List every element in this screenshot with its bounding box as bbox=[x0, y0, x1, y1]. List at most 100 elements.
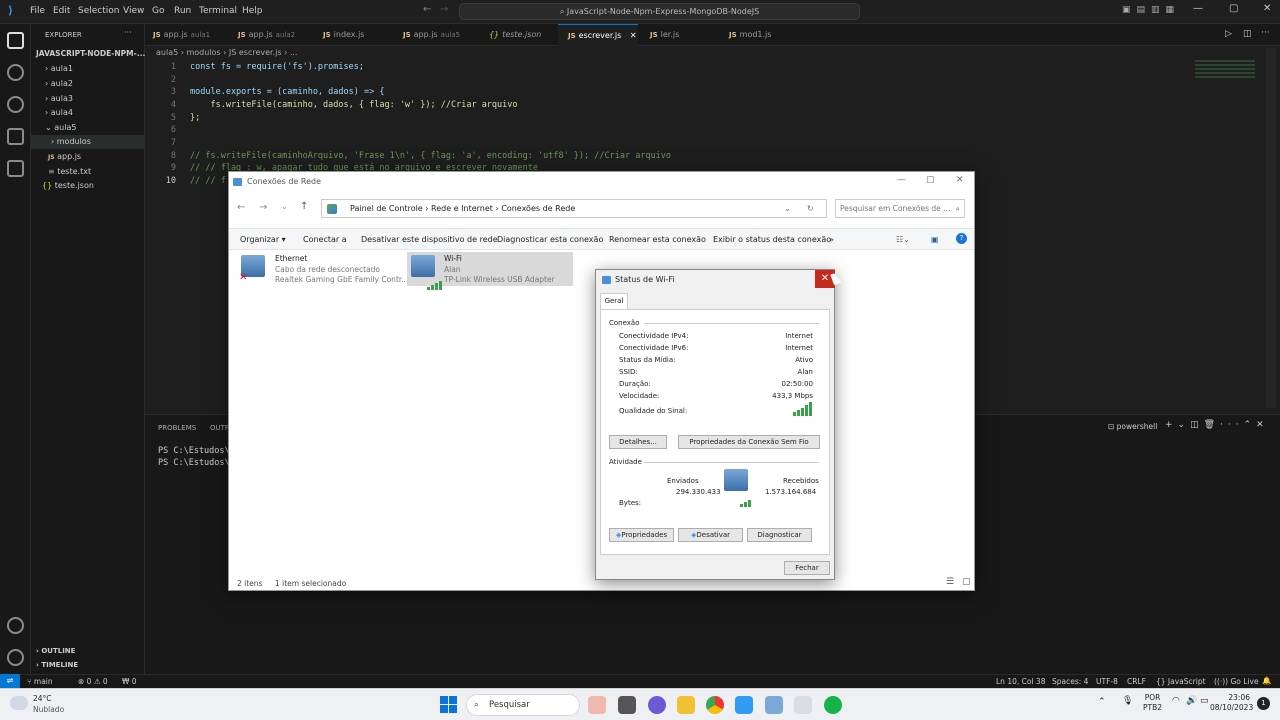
code-line-10[interactable]: 10 // // f bbox=[158, 176, 226, 186]
remote-indicator-icon[interactable]: ⇌ bbox=[0, 674, 20, 688]
breadcrumb[interactable]: aula5 › modulos › JS escrever.js › ... bbox=[156, 48, 297, 57]
indent-status[interactable]: Spaces: 4 bbox=[1052, 677, 1088, 686]
notepad-icon[interactable] bbox=[794, 696, 812, 714]
tab-close-icon[interactable]: ✕ bbox=[630, 31, 637, 40]
terminal-line-1[interactable]: PS C:\Estudos\C bbox=[158, 446, 235, 456]
menu-run[interactable]: Run bbox=[174, 6, 191, 16]
network-item-wifi[interactable]: Wi-Fi Alan TP-Link Wireless USB Adapter bbox=[407, 252, 573, 290]
panel-actions-icons[interactable]: +⌄◫🗑···⌃✕ bbox=[1165, 420, 1269, 430]
terminal-line-2[interactable]: PS C:\Estudos\C bbox=[158, 458, 235, 468]
change-view-icon[interactable]: ☷⌄ bbox=[896, 235, 910, 244]
source-control-icon[interactable] bbox=[7, 96, 24, 113]
vscode-icon[interactable] bbox=[735, 696, 753, 714]
disable-button[interactable]: ◈Desativar bbox=[678, 528, 743, 542]
rename-button[interactable]: Renomear esta conexão bbox=[609, 235, 706, 244]
forward-arrow-icon[interactable]: → bbox=[259, 202, 267, 213]
more-actions-icon[interactable]: ··· bbox=[124, 28, 132, 37]
organize-button[interactable]: Organizar ▾ bbox=[240, 235, 286, 244]
notifications-icon[interactable]: 🔔 bbox=[1262, 676, 1271, 685]
minimap[interactable] bbox=[1195, 60, 1255, 78]
diagnose-button[interactable]: Diagnosticar bbox=[747, 528, 812, 542]
volume-icon[interactable]: 🔊 bbox=[1186, 696, 1197, 706]
start-button-icon[interactable] bbox=[440, 696, 457, 713]
close-icon[interactable]: ✕ bbox=[956, 175, 964, 185]
path-part-2[interactable]: Rede e Internet bbox=[431, 204, 493, 213]
layout-icons[interactable]: ▣▤▥▦ bbox=[1122, 5, 1180, 15]
view-status-button[interactable]: Exibir o status desta conexão bbox=[713, 235, 831, 244]
outline-section[interactable]: › OUTLINE bbox=[36, 647, 75, 655]
menu-go[interactable]: Go bbox=[152, 6, 164, 16]
run-file-icon[interactable]: ▷ bbox=[1225, 29, 1232, 39]
battery-icon[interactable]: ▭ bbox=[1200, 696, 1209, 706]
eol-status[interactable]: CRLF bbox=[1127, 677, 1146, 686]
split-editor-icon[interactable]: ◫ bbox=[1243, 29, 1252, 39]
code-line-4[interactable]: 4 fs.writeFile(caminho, dados, { flag: '… bbox=[158, 100, 518, 110]
tab-escrever-js[interactable]: JS escrever.js ✕ bbox=[558, 24, 638, 46]
menu-file[interactable]: File bbox=[30, 6, 45, 16]
settings-gear-icon[interactable] bbox=[7, 649, 24, 666]
path-part-1[interactable]: Painel de Controle bbox=[350, 204, 423, 213]
tab-output[interactable]: OUTP bbox=[210, 424, 229, 432]
tab-app-js-aula5[interactable]: JS app.js aula5 bbox=[403, 24, 460, 46]
weather-icon[interactable] bbox=[10, 696, 28, 710]
properties-button[interactable]: ◈Propriedades bbox=[609, 528, 674, 542]
editor-scrollbar[interactable] bbox=[1266, 48, 1276, 408]
search-box[interactable]: Pesquisar em Conexões de ... ⌕ bbox=[835, 199, 965, 218]
refresh-icon[interactable]: ↻ bbox=[807, 200, 814, 217]
address-bar[interactable]: Painel de Controle › Rede e Internet › C… bbox=[321, 199, 827, 218]
network-item-ethernet[interactable]: ✕ Ethernet Cabo da rede desconectado Rea… bbox=[238, 252, 408, 285]
minimize-icon[interactable]: — bbox=[897, 175, 906, 185]
clock[interactable]: 23:06 08/10/2023 bbox=[1210, 693, 1253, 713]
tab-app-js-aula1[interactable]: JS app.js aula1 bbox=[153, 24, 210, 46]
tree-folder-aula4[interactable]: › aula4 bbox=[45, 108, 73, 117]
timeline-section[interactable]: › TIMELINE bbox=[36, 661, 78, 669]
green-app-icon[interactable] bbox=[824, 696, 842, 714]
more-commands-button[interactable]: » bbox=[829, 235, 834, 244]
wifi-tray-icon[interactable]: ◠ bbox=[1172, 696, 1180, 706]
butterfly-app-icon[interactable] bbox=[588, 696, 606, 714]
close-button[interactable]: Fechar bbox=[784, 561, 830, 575]
menu-terminal[interactable]: Terminal bbox=[199, 6, 237, 16]
tab-index-js[interactable]: JS index.js bbox=[323, 24, 364, 46]
language-indicator[interactable]: POR PTB2 bbox=[1143, 693, 1162, 713]
chat-icon[interactable] bbox=[648, 696, 666, 714]
tab-problems[interactable]: PROBLEMS bbox=[158, 424, 196, 432]
preview-pane-icon[interactable]: ▣ bbox=[931, 235, 939, 244]
maximize-icon[interactable]: ▢ bbox=[926, 175, 935, 185]
tab-teste-json[interactable]: {} teste.json bbox=[489, 24, 541, 46]
explorer-icon[interactable] bbox=[7, 32, 24, 49]
menu-view[interactable]: View bbox=[123, 6, 144, 16]
maximize-icon[interactable]: ▢ bbox=[1229, 3, 1238, 14]
tree-folder-aula5[interactable]: ⌄ aula5 bbox=[45, 123, 76, 132]
tray-chevron-icon[interactable]: ⌃ bbox=[1098, 697, 1106, 707]
cursor-position[interactable]: Ln 10, Col 38 bbox=[996, 677, 1045, 686]
disable-device-button[interactable]: Desativar este dispositivo de rede bbox=[361, 235, 498, 244]
file-explorer-icon[interactable] bbox=[677, 696, 695, 714]
recent-chevron-icon[interactable]: ⌄ bbox=[281, 202, 288, 211]
problems-status[interactable]: ⊗ 0 ⚠ 0 bbox=[78, 677, 108, 686]
menu-help[interactable]: Help bbox=[242, 6, 263, 16]
code-line-7[interactable]: 7 bbox=[158, 138, 190, 148]
tab-mod1-js[interactable]: JS mod1.js bbox=[729, 24, 771, 46]
code-line-6[interactable]: 6 bbox=[158, 125, 190, 135]
encoding-status[interactable]: UTF-8 bbox=[1096, 677, 1118, 686]
menu-edit[interactable]: Edit bbox=[53, 6, 70, 16]
connect-to-button[interactable]: Conectar a bbox=[303, 235, 347, 244]
extensions-icon[interactable] bbox=[7, 160, 24, 177]
branch-status[interactable]: ⑂ main bbox=[27, 677, 53, 686]
task-view-icon[interactable] bbox=[618, 696, 636, 714]
chrome-icon[interactable] bbox=[706, 696, 724, 714]
code-line-1[interactable]: 1 const fs = require('fs').promises; bbox=[158, 62, 364, 72]
tree-folder-aula1[interactable]: › aula1 bbox=[45, 64, 73, 73]
project-root[interactable]: JAVASCRIPT-NODE-NPM-... bbox=[36, 49, 145, 58]
language-status[interactable]: {} JavaScript bbox=[1156, 677, 1206, 686]
back-arrow-icon[interactable]: ← bbox=[237, 202, 245, 213]
tab-app-js-aula2[interactable]: JS app.js aula2 bbox=[238, 24, 295, 46]
back-arrow-icon[interactable]: ← bbox=[423, 4, 431, 15]
details-view-icon[interactable]: ☰ bbox=[946, 577, 954, 587]
wireless-properties-button[interactable]: Propriedades da Conexão Sem Fio bbox=[678, 435, 820, 449]
tab-ler-js[interactable]: JS ler.js bbox=[650, 24, 679, 46]
notification-badge-icon[interactable]: 1 bbox=[1257, 697, 1270, 710]
code-line-2[interactable]: 2 bbox=[158, 75, 190, 85]
command-center[interactable]: ⌕ JavaScript-Node-Npm-Express-MongoDB-No… bbox=[459, 3, 860, 20]
